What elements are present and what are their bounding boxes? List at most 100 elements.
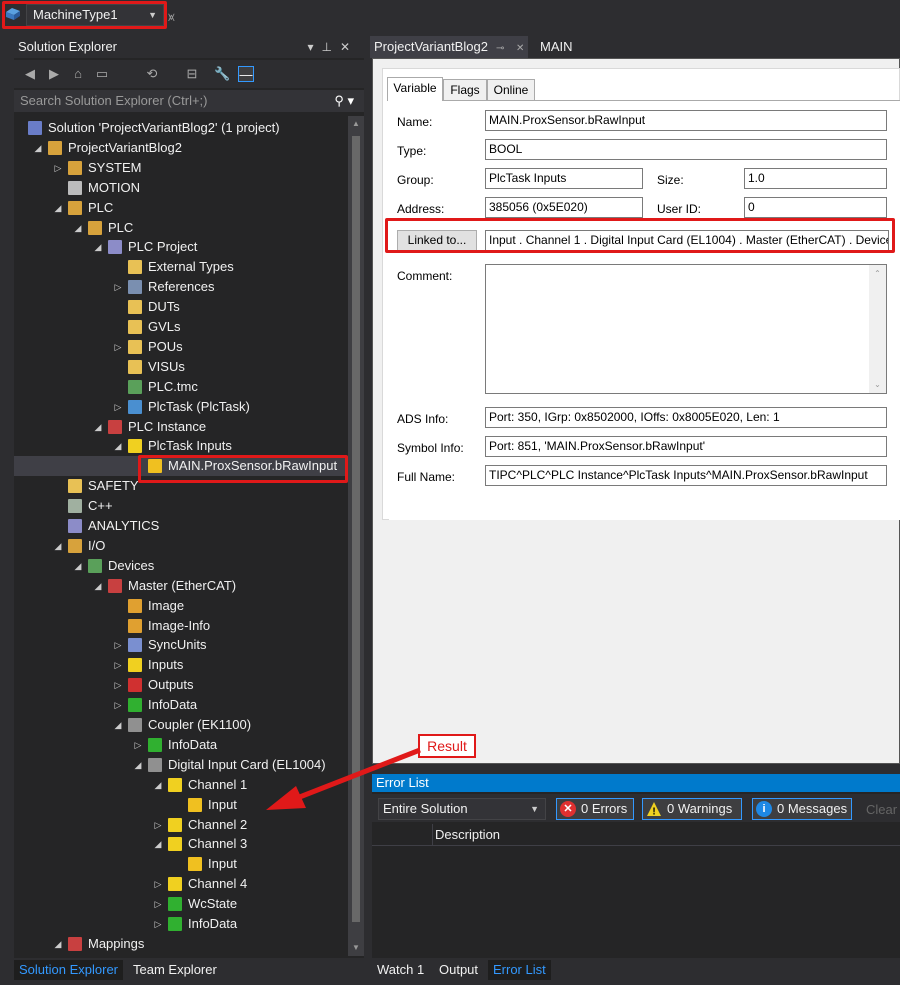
full-name-field[interactable]: TIPC^PLC^PLC Instance^PlcTask Inputs^MAI… [485, 465, 887, 486]
collapse-arrow-icon[interactable]: ◢ [32, 138, 44, 158]
size-field[interactable]: 1.0 [744, 168, 887, 189]
description-column-header[interactable]: Description [432, 824, 500, 846]
warnings-filter-button[interactable]: ! 0 Warnings [642, 798, 742, 820]
tree-item[interactable]: ▷ InfoData [14, 735, 348, 755]
error-scope-combobox[interactable]: Entire Solution ▼ [378, 798, 546, 820]
tree-item[interactable]: Input [14, 795, 348, 815]
expand-arrow-icon[interactable]: ▷ [152, 874, 164, 894]
close-icon[interactable]: ✕ [340, 40, 358, 54]
expand-arrow-icon[interactable]: ▷ [112, 675, 124, 695]
comment-textarea[interactable]: ⌃ ⌄ [485, 264, 887, 394]
tab-solution-explorer[interactable]: Solution Explorer [14, 960, 123, 980]
collapse-all-icon[interactable]: ⊟ [184, 66, 200, 82]
tab-watch-1[interactable]: Watch 1 [372, 960, 429, 980]
expand-arrow-icon[interactable]: ▷ [112, 277, 124, 297]
messages-filter-button[interactable]: i 0 Messages [752, 798, 852, 820]
tree-item[interactable]: ◢ Channel 1 [14, 775, 348, 795]
expand-arrow-icon[interactable]: ▷ [112, 337, 124, 357]
collapse-arrow-icon[interactable]: ◢ [112, 715, 124, 735]
tree-item[interactable]: ▷ InfoData [14, 695, 348, 715]
tree-item[interactable]: MAIN.ProxSensor.bRawInput [14, 456, 348, 477]
type-field[interactable]: BOOL [485, 139, 887, 160]
tree-item[interactable]: ▷ SyncUnits [14, 635, 348, 655]
tree-item[interactable]: External Types [14, 257, 348, 277]
expand-arrow-icon[interactable]: ▷ [152, 914, 164, 934]
tree-item[interactable]: ◢ Devices [14, 556, 348, 576]
tree-item[interactable]: ▷ SYSTEM [14, 158, 348, 178]
tree-item[interactable]: ◢ PLC Project [14, 237, 348, 257]
pin-icon[interactable]: ⊸ [496, 43, 504, 54]
preview-selected-icon[interactable]: — [238, 66, 254, 82]
expand-arrow-icon[interactable]: ▷ [112, 695, 124, 715]
forward-icon[interactable]: ▶ [46, 66, 62, 82]
tree-item[interactable]: ▷ Inputs [14, 655, 348, 675]
dropdown-icon[interactable]: ▾ [307, 40, 321, 54]
tree-item[interactable]: ◢ ProjectVariantBlog2 [14, 138, 348, 158]
linked-to-field[interactable]: Input . Channel 1 . Digital Input Card (… [485, 230, 889, 251]
tab-flags[interactable]: Flags [443, 79, 487, 101]
tree-item[interactable]: C++ [14, 496, 348, 516]
group-field[interactable]: PlcTask Inputs [485, 168, 643, 189]
switch-views-icon[interactable]: ▭ [94, 66, 110, 82]
tree-item[interactable]: ▷ InfoData [14, 914, 348, 934]
tree-item[interactable]: ◢ Digital Input Card (EL1004) [14, 755, 348, 775]
tree-item[interactable]: Image [14, 596, 348, 616]
tree-item[interactable]: ▷ Outputs [14, 675, 348, 695]
collapse-arrow-icon[interactable]: ◢ [92, 237, 104, 257]
scroll-up-icon[interactable]: ▲ [348, 116, 364, 132]
tree-item[interactable]: ◢ Master (EtherCAT) [14, 576, 348, 596]
toolbar-overflow-icon[interactable]: ⩙ [168, 10, 175, 25]
collapse-arrow-icon[interactable]: ◢ [52, 934, 64, 954]
tree-item[interactable]: ◢ Channel 3 [14, 834, 348, 854]
machine-type-combobox[interactable]: MachineType1 ▼ [26, 4, 164, 26]
tab-main[interactable]: MAIN [536, 36, 577, 58]
tree-item[interactable]: ▷ PlcTask (PlcTask) [14, 397, 348, 417]
expand-arrow-icon[interactable]: ▷ [132, 735, 144, 755]
tab-variable[interactable]: Variable [387, 77, 443, 101]
tree-scrollbar[interactable]: ▲ ▼ [348, 116, 364, 956]
expand-arrow-icon[interactable]: ▷ [52, 158, 64, 178]
expand-arrow-icon[interactable]: ▷ [112, 655, 124, 675]
tab-error-list[interactable]: Error List [488, 960, 551, 980]
scroll-down-icon[interactable]: ▼ [348, 940, 364, 956]
home-icon[interactable]: ⌂ [70, 66, 86, 82]
tree-item[interactable]: ◢ I/O [14, 536, 348, 556]
tree-item[interactable]: SAFETY [14, 476, 348, 496]
search-icon[interactable]: ⚲ ▾ [334, 90, 354, 112]
tree-item[interactable]: DUTs [14, 297, 348, 317]
tree-item[interactable]: MOTION [14, 178, 348, 198]
user-id-field[interactable]: 0 [744, 197, 887, 218]
tab-online[interactable]: Online [487, 79, 535, 101]
tree-item[interactable]: GVLs [14, 317, 348, 337]
tree-item[interactable]: VISUs [14, 357, 348, 377]
close-icon[interactable]: ✕ [516, 43, 524, 54]
tree-item[interactable]: ▷ Channel 2 [14, 815, 348, 835]
tree-item[interactable]: ▷ POUs [14, 337, 348, 357]
collapse-arrow-icon[interactable]: ◢ [72, 218, 84, 238]
comment-scrollbar[interactable]: ⌃ ⌄ [869, 265, 886, 393]
name-field[interactable]: MAIN.ProxSensor.bRawInput [485, 110, 887, 131]
history-icon[interactable]: ⟲ [144, 66, 160, 82]
clear-button[interactable]: Clear [866, 802, 897, 817]
collapse-arrow-icon[interactable]: ◢ [112, 436, 124, 456]
tree-item[interactable]: ANALYTICS [14, 516, 348, 536]
tree-item[interactable]: Solution 'ProjectVariantBlog2' (1 projec… [14, 118, 348, 138]
collapse-arrow-icon[interactable]: ◢ [152, 775, 164, 795]
expand-arrow-icon[interactable]: ▷ [152, 894, 164, 914]
tree-item[interactable]: ◢ PLC [14, 198, 348, 218]
scrollbar-thumb[interactable] [352, 136, 360, 922]
collapse-arrow-icon[interactable]: ◢ [52, 536, 64, 556]
scroll-up-icon[interactable]: ⌃ [869, 269, 886, 278]
tree-item[interactable]: ◢ Mappings [14, 934, 348, 954]
solution-explorer-search-input[interactable]: Search Solution Explorer (Ctrl+;) ⚲ ▾ [14, 90, 364, 112]
scroll-down-icon[interactable]: ⌄ [869, 380, 886, 389]
tab-team-explorer[interactable]: Team Explorer [128, 960, 222, 980]
tree-item[interactable]: ▷ WcState [14, 894, 348, 914]
address-field[interactable]: 385056 (0x5E020) [485, 197, 643, 218]
tab-project-variant[interactable]: ProjectVariantBlog2 ⊸ ✕ [370, 36, 529, 58]
properties-icon[interactable]: 🔧 [214, 66, 230, 82]
tree-item[interactable]: ▷ Channel 4 [14, 874, 348, 894]
tree-item[interactable]: ◢ PlcTask Inputs [14, 436, 348, 456]
expand-arrow-icon[interactable]: ▷ [112, 397, 124, 417]
linked-to-button[interactable]: Linked to... [397, 230, 477, 251]
